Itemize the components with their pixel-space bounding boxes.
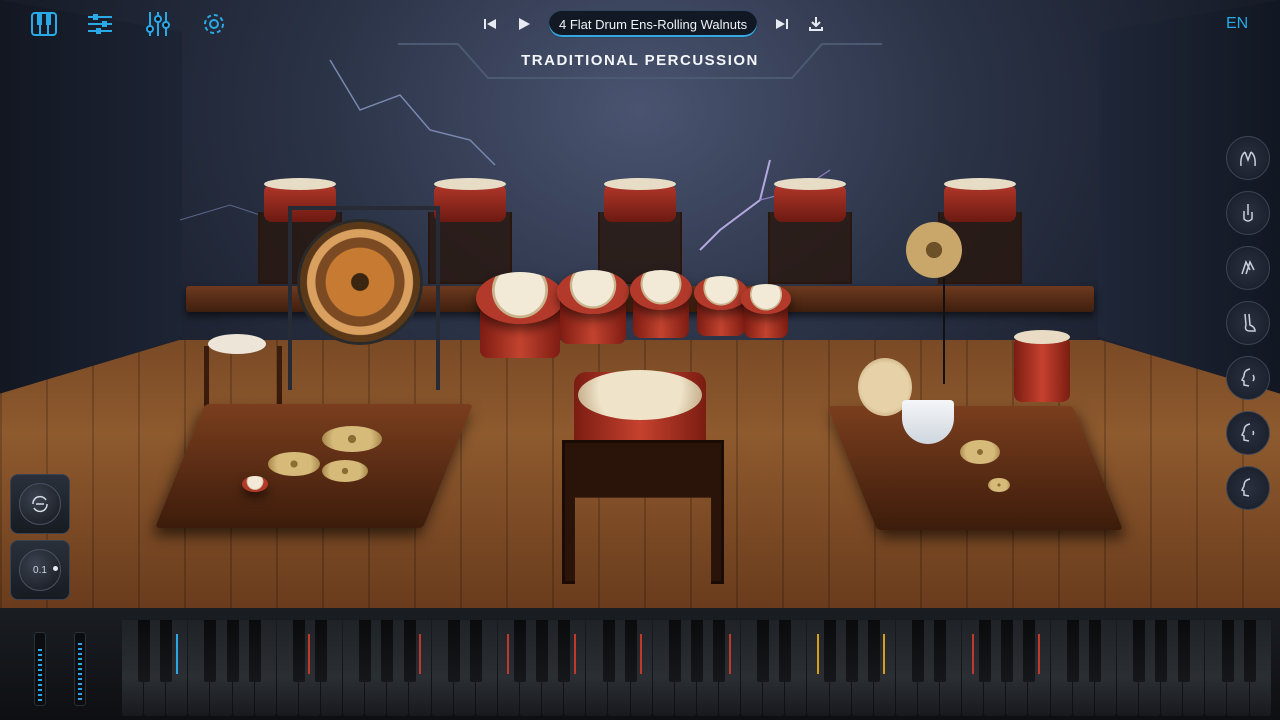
black-key[interactable]	[823, 620, 836, 682]
gear-icon[interactable]	[200, 10, 228, 38]
black-key[interactable]	[757, 620, 770, 682]
tom-drum-5[interactable]	[741, 284, 791, 314]
voice-icon[interactable]	[1226, 356, 1270, 400]
black-key[interactable]	[1155, 620, 1168, 682]
clap-icon[interactable]	[1226, 246, 1270, 290]
mod-wheel[interactable]	[74, 632, 86, 706]
cymbal-2[interactable]	[268, 452, 320, 476]
black-key[interactable]	[138, 620, 151, 682]
black-key[interactable]	[912, 620, 925, 682]
knob-indicator	[53, 566, 58, 571]
hands-icon[interactable]	[1226, 136, 1270, 180]
back-drum-2[interactable]	[434, 178, 506, 222]
black-key[interactable]	[160, 620, 173, 682]
singing-bowl[interactable]	[960, 440, 1000, 464]
black-key[interactable]	[403, 620, 416, 682]
tom-drum-3[interactable]	[630, 270, 692, 310]
black-key[interactable]	[1221, 620, 1234, 682]
cymbal-1[interactable]	[322, 426, 382, 452]
piano-icon[interactable]	[30, 10, 58, 38]
black-key[interactable]	[845, 620, 858, 682]
mod-level	[78, 643, 82, 701]
download-icon[interactable]	[806, 14, 826, 34]
small-drum-on-stool[interactable]	[208, 334, 266, 354]
previous-icon[interactable]	[480, 14, 500, 34]
black-key[interactable]	[934, 620, 947, 682]
hanging-cymbal[interactable]	[906, 222, 962, 278]
right-low-table	[826, 406, 1124, 530]
tom-drum-4[interactable]	[694, 276, 748, 310]
gong[interactable]	[300, 222, 420, 342]
tom-drum-2[interactable]	[557, 270, 629, 314]
mixer-icon[interactable]	[86, 10, 114, 38]
black-key[interactable]	[469, 620, 482, 682]
black-key[interactable]	[315, 620, 328, 682]
black-key[interactable]	[226, 620, 239, 682]
black-key[interactable]	[1243, 620, 1256, 682]
black-key[interactable]	[1022, 620, 1035, 682]
header: 4 Flat Drum Ens-Rolling Walnuts TRADITIO…	[0, 0, 1280, 79]
black-key[interactable]	[624, 620, 637, 682]
black-key[interactable]	[536, 620, 549, 682]
keyboard-area	[0, 608, 1280, 720]
black-key[interactable]	[1000, 620, 1013, 682]
cymbal-3[interactable]	[322, 460, 368, 482]
black-key[interactable]	[1133, 620, 1146, 682]
reverb-button[interactable]	[10, 474, 70, 534]
black-key[interactable]	[204, 620, 217, 682]
black-key[interactable]	[381, 620, 394, 682]
rotate-knob[interactable]	[19, 483, 61, 525]
black-key[interactable]	[713, 620, 726, 682]
small-bells[interactable]	[988, 478, 1010, 492]
drum-stand	[768, 212, 852, 284]
black-key[interactable]	[1177, 620, 1190, 682]
finger-icon[interactable]	[1226, 191, 1270, 235]
black-key[interactable]	[359, 620, 372, 682]
black-key[interactable]	[447, 620, 460, 682]
back-drum-5[interactable]	[944, 178, 1016, 222]
voice-2-icon[interactable]	[1226, 411, 1270, 455]
voice-3-icon[interactable]	[1226, 466, 1270, 510]
knob-value: 0.1	[33, 564, 47, 576]
transport-bar: 4 Flat Drum Ens-Rolling Walnuts	[480, 8, 826, 40]
tom-drum-1[interactable]	[476, 272, 564, 324]
black-key[interactable]	[602, 620, 615, 682]
app-title: TRADITIONAL PERCUSSION	[521, 52, 759, 69]
back-drum-4[interactable]	[774, 178, 846, 222]
play-icon[interactable]	[514, 14, 534, 34]
next-icon[interactable]	[772, 14, 792, 34]
small-red-drum[interactable]	[1014, 330, 1070, 402]
black-key[interactable]	[1066, 620, 1079, 682]
small-hand-drum[interactable]	[242, 476, 268, 492]
black-key[interactable]	[867, 620, 880, 682]
black-key[interactable]	[1089, 620, 1102, 682]
black-key[interactable]	[779, 620, 792, 682]
black-key[interactable]	[558, 620, 571, 682]
language-selector[interactable]: EN	[1226, 15, 1248, 33]
black-keys	[122, 620, 1272, 682]
black-key[interactable]	[248, 620, 261, 682]
pitch-level	[38, 649, 42, 701]
value-knob-box[interactable]: 0.1	[10, 540, 70, 600]
black-key[interactable]	[978, 620, 991, 682]
foot-icon[interactable]	[1226, 301, 1270, 345]
center-drum[interactable]	[578, 370, 702, 420]
preset-name[interactable]: 4 Flat Drum Ens-Rolling Walnuts	[548, 10, 759, 38]
title-band: TRADITIONAL PERCUSSION	[398, 38, 882, 84]
value-knob[interactable]: 0.1	[19, 549, 61, 591]
black-key[interactable]	[514, 620, 527, 682]
cymbal-stand	[943, 278, 945, 384]
eq-icon[interactable]	[144, 10, 172, 38]
instrument-stage	[0, 0, 1280, 608]
black-key[interactable]	[668, 620, 681, 682]
back-drum-3[interactable]	[604, 178, 676, 222]
drum-stand	[428, 212, 512, 284]
pitch-wheel[interactable]	[34, 632, 46, 706]
black-key[interactable]	[691, 620, 703, 682]
black-key[interactable]	[292, 620, 305, 682]
